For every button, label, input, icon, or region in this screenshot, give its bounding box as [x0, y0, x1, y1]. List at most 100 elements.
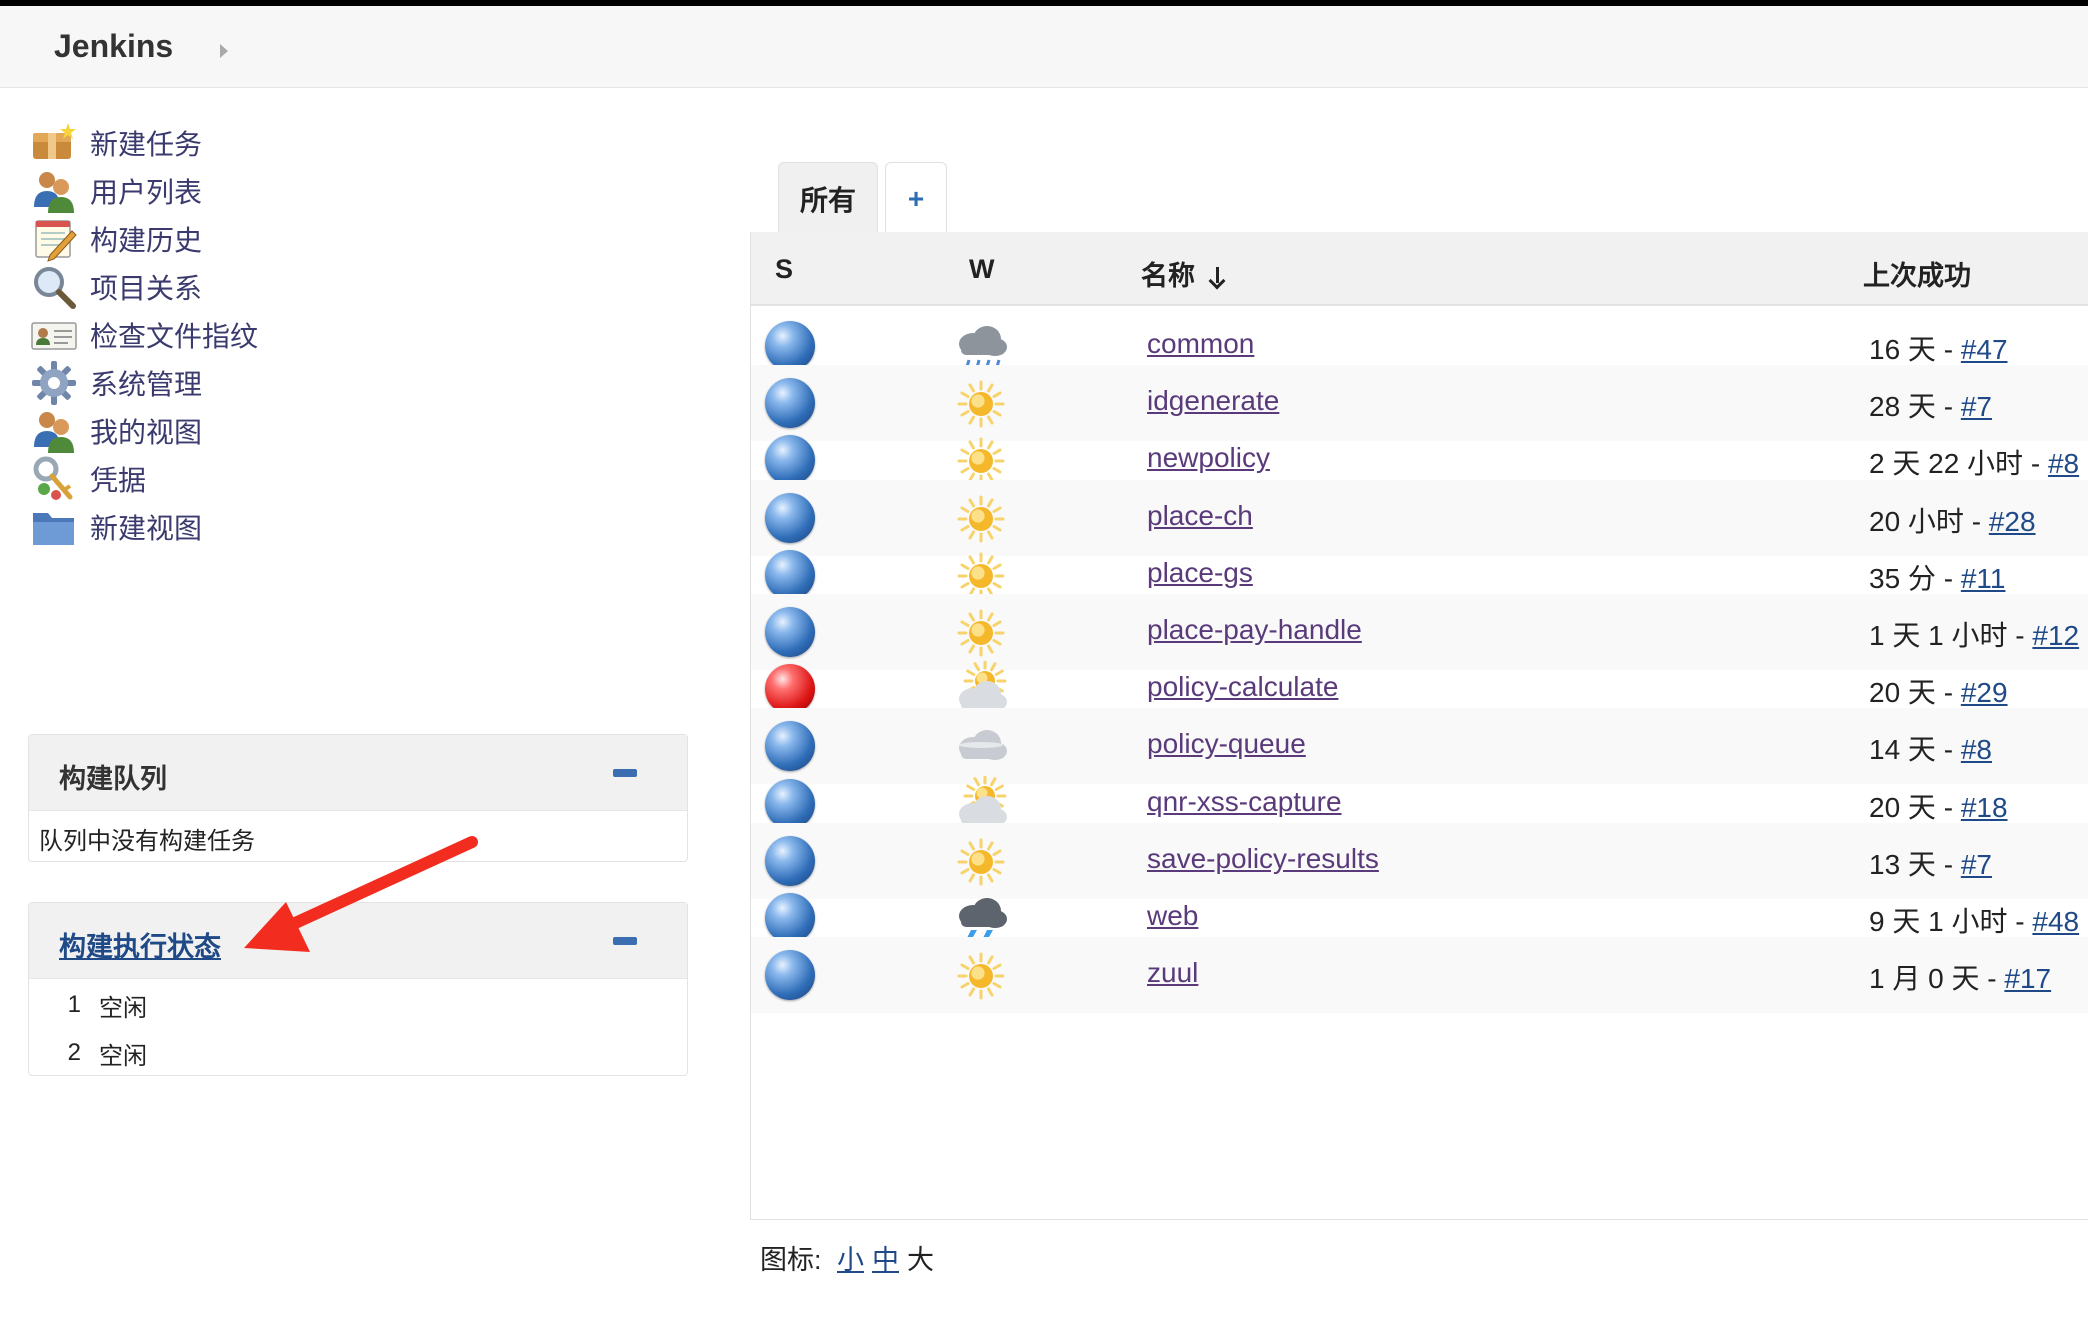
column-header-status[interactable]: S [775, 254, 793, 285]
icon-size-legend: 图标: 小中大 [760, 1238, 934, 1277]
last-success-cell: 35 分 - #11 [1869, 557, 2005, 597]
executor-status: 空闲 [99, 994, 147, 1022]
task-fingerprint[interactable]: 检查文件指纹 [30, 310, 258, 360]
status-success-ball-icon [765, 893, 815, 943]
status-success-ball-icon [765, 835, 815, 886]
jenkins-brand-link[interactable]: Jenkins [54, 28, 173, 65]
job-name-link[interactable]: place-ch [1147, 500, 1253, 532]
tab-all[interactable]: 所有 [778, 162, 878, 234]
build-number-link[interactable]: #48 [2032, 906, 2079, 937]
column-header-last-success[interactable]: 上次成功 [1863, 254, 1971, 293]
task-my-views[interactable]: 我的视图 [30, 406, 202, 456]
build-number-link[interactable]: #17 [2004, 963, 2051, 994]
last-success-time: 9 天 1 小时 - [1869, 906, 2033, 937]
last-success-cell: 2 天 22 小时 - #8 [1869, 442, 2079, 482]
build-queue-title: 构建队列 [59, 764, 167, 794]
collapse-icon[interactable] [613, 937, 637, 945]
header-bar: Jenkins [0, 6, 2088, 88]
job-name-link[interactable]: zuul [1147, 957, 1198, 989]
job-name-link[interactable]: policy-calculate [1147, 671, 1338, 703]
job-name-link[interactable]: idgenerate [1147, 385, 1279, 417]
build-number-link[interactable]: #28 [1989, 506, 2036, 537]
task-manage-jenkins[interactable]: 系统管理 [30, 358, 202, 408]
job-name-link[interactable]: common [1147, 328, 1254, 360]
breadcrumb-arrow-icon[interactable] [220, 44, 228, 58]
task-project-relationship[interactable]: 项目关系 [30, 262, 202, 312]
build-number-link[interactable]: #47 [1961, 334, 2008, 365]
collapse-icon[interactable] [613, 769, 637, 777]
last-success-cell: 1 天 1 小时 - #12 [1869, 614, 2079, 654]
last-success-time: 35 分 - [1869, 562, 1961, 594]
users-icon [34, 172, 74, 213]
status-success-ball-icon [765, 549, 815, 600]
gear-icon [32, 361, 76, 405]
last-success-time: 13 天 - [1869, 848, 1961, 880]
task-label: 我的视图 [90, 417, 203, 448]
job-name-link[interactable]: save-policy-results [1147, 843, 1379, 875]
status-success-ball-icon [765, 721, 815, 772]
task-build-history[interactable]: 构建历史 [30, 214, 202, 264]
task-label: 新建任务 [90, 129, 203, 160]
annotation-arrow [244, 836, 478, 952]
table-row: zuul 1 月 0 天 - #17 [751, 937, 2088, 1014]
legend-label: 图标: [760, 1245, 822, 1275]
executor-number: 2 [67, 1039, 81, 1066]
last-success-time: 20 天 - [1869, 677, 1961, 709]
task-new-item[interactable]: 新建任务 [30, 118, 202, 168]
icon-size-small-link[interactable]: 小 [837, 1245, 864, 1275]
executor-row: 2 空闲 [29, 1029, 687, 1077]
task-users[interactable]: 用户列表 [30, 166, 202, 216]
column-header-name[interactable]: 名称 [1141, 254, 1225, 293]
magnifier-icon [34, 267, 76, 309]
table-header: S W 名称 上次成功 [751, 232, 2088, 306]
job-name-link[interactable]: place-pay-handle [1147, 614, 1362, 646]
status-success-ball-icon [765, 378, 815, 429]
status-success-ball-icon [765, 435, 815, 486]
job-name-link[interactable]: qnr-xss-capture [1147, 786, 1342, 818]
add-view-tab[interactable]: + [885, 162, 947, 234]
status-success-ball-icon [765, 492, 815, 543]
keys-icon [33, 456, 73, 500]
last-success-time: 1 月 0 天 - [1869, 963, 2005, 995]
job-name-link[interactable]: place-gs [1147, 557, 1253, 589]
build-number-link[interactable]: #12 [2032, 620, 2079, 651]
build-number-link[interactable]: #8 [2048, 448, 2079, 479]
last-success-cell: 20 天 - #29 [1869, 671, 2008, 711]
task-new-view[interactable]: 新建视图 [30, 502, 202, 552]
build-number-link[interactable]: #29 [1961, 677, 2008, 708]
build-number-link[interactable]: #18 [1961, 792, 2008, 823]
icon-size-large-current: 大 [907, 1245, 935, 1275]
last-success-cell: 16 天 - #47 [1869, 328, 2008, 368]
task-label: 检查文件指纹 [90, 321, 259, 352]
task-credentials[interactable]: 凭据 [30, 454, 146, 504]
task-label: 新建视图 [90, 513, 203, 544]
status-success-ball-icon [765, 321, 815, 371]
last-success-cell: 14 天 - #8 [1869, 728, 1992, 768]
job-name-link[interactable]: web [1147, 900, 1198, 932]
build-queue-header: 构建队列 [29, 735, 687, 811]
job-name-link[interactable]: policy-queue [1147, 728, 1306, 760]
column-header-weather[interactable]: W [969, 254, 994, 285]
job-name-link[interactable]: newpolicy [1147, 442, 1270, 474]
last-success-time: 14 天 - [1869, 734, 1961, 766]
last-success-time: 2 天 22 小时 - [1869, 448, 2048, 480]
build-number-link[interactable]: #7 [1961, 849, 1992, 880]
last-success-cell: 28 天 - #7 [1869, 385, 1992, 425]
executor-row: 1 空闲 [29, 981, 687, 1029]
executor-status-title-link[interactable]: 构建执行状态 [59, 925, 221, 964]
status-failed-ball-icon [765, 664, 815, 715]
build-number-link[interactable]: #8 [1961, 734, 1992, 765]
icon-size-medium-link[interactable]: 中 [872, 1245, 899, 1275]
build-number-link[interactable]: #11 [1961, 563, 2006, 594]
executor-status: 空闲 [99, 1042, 147, 1070]
user-view-icon [34, 412, 74, 453]
last-success-cell: 20 天 - #18 [1869, 786, 2008, 826]
last-success-time: 20 小时 - [1869, 505, 1989, 537]
build-number-link[interactable]: #7 [1961, 391, 1992, 422]
task-label: 用户列表 [90, 177, 203, 208]
executor-number: 1 [67, 991, 81, 1018]
last-success-cell: 20 小时 - #28 [1869, 500, 2036, 540]
task-label: 项目关系 [90, 273, 203, 304]
last-success-time: 1 天 1 小时 - [1869, 620, 2033, 651]
last-success-cell: 1 月 0 天 - #17 [1869, 957, 2051, 997]
